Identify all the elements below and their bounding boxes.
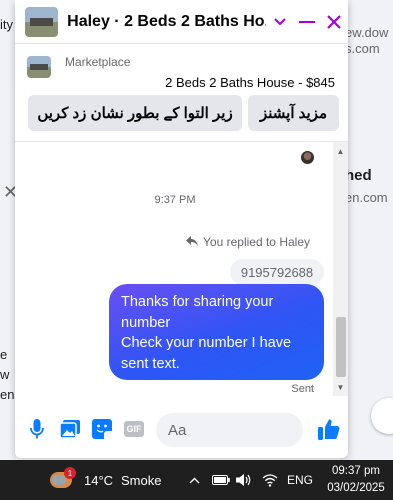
minimize-icon[interactable]	[293, 8, 320, 36]
battery-icon[interactable]	[212, 460, 230, 500]
reply-note: You replied to Haley	[203, 235, 310, 249]
chat-title[interactable]: Haley · 2 Beds 2 Baths Ho...	[67, 13, 266, 31]
notification-badge: 1	[64, 467, 76, 479]
weather-widget[interactable]	[50, 460, 72, 500]
temperature-label: 14°C	[84, 472, 114, 488]
background-text: ity	[0, 17, 13, 32]
message-status: Sent	[291, 383, 314, 395]
clock-date: 03/02/2025	[327, 482, 385, 494]
mark-as-pending-button[interactable]: زیر التوا کے بطور نشان زد کریں	[28, 95, 242, 131]
wifi-icon[interactable]	[262, 460, 278, 500]
read-receipt-avatar	[301, 151, 314, 164]
background-text: hed	[345, 167, 372, 184]
image-icon[interactable]	[59, 418, 81, 440]
background-text: w	[0, 367, 10, 382]
microphone-icon[interactable]	[26, 418, 48, 440]
close-icon[interactable]	[321, 8, 348, 36]
quoted-message[interactable]: 9195792688	[230, 259, 324, 285]
scroll-up-arrow[interactable]: ▲	[333, 144, 348, 158]
listing-card: Marketplace 2 Beds 2 Baths House - $845 …	[15, 44, 348, 142]
scroll-down-arrow[interactable]: ▼	[333, 380, 348, 394]
marketplace-label: Marketplace	[65, 55, 131, 69]
taskbar-clock[interactable]: 09:37 pm 03/02/2025	[322, 463, 390, 497]
volume-icon[interactable]	[236, 460, 252, 500]
chat-header: Haley · 2 Beds 2 Baths Ho...	[15, 0, 348, 44]
background-text: e	[0, 347, 8, 362]
listing-thumbnail[interactable]	[25, 6, 59, 37]
scrollbar-thumb[interactable]	[336, 317, 346, 377]
background-text: s.com	[345, 41, 380, 56]
language-indicator[interactable]: ENG	[287, 460, 313, 500]
listing-image[interactable]	[27, 56, 51, 78]
gif-icon[interactable]: GIF	[124, 421, 144, 437]
clock-time: 09:37 pm	[332, 465, 380, 477]
background-text: en.com	[345, 190, 388, 205]
message-timestamp: 9:37 PM	[154, 194, 196, 206]
like-icon[interactable]	[317, 417, 341, 441]
message-composer: GIF	[15, 404, 348, 456]
reply-icon	[186, 235, 199, 249]
message-input[interactable]	[168, 421, 273, 439]
message-thread: 9:37 PM You replied to Haley 9195792688 …	[15, 142, 348, 396]
weather-condition: Smoke	[121, 472, 162, 488]
reply-indicator: You replied to Haley	[186, 235, 310, 249]
sticker-icon[interactable]	[91, 418, 113, 440]
windows-taskbar: 14°C Smoke ENG 09:37 pm 03/02/2025	[0, 460, 393, 500]
sent-message-bubble[interactable]: Thanks for sharing your number Check you…	[109, 284, 324, 380]
thread-scrollbar[interactable]: ▲ ▼	[333, 142, 348, 396]
chevron-up-icon[interactable]	[189, 460, 200, 500]
message-input-container[interactable]	[156, 413, 303, 447]
listing-title[interactable]: 2 Beds 2 Baths House - $845	[165, 75, 335, 90]
background-text: ew.dow	[345, 25, 389, 40]
chat-window: Haley · 2 Beds 2 Baths Ho... Marketplace…	[15, 0, 348, 458]
more-options-button[interactable]: مزید آپشنز	[248, 95, 339, 131]
chevron-down-icon[interactable]	[266, 8, 293, 36]
